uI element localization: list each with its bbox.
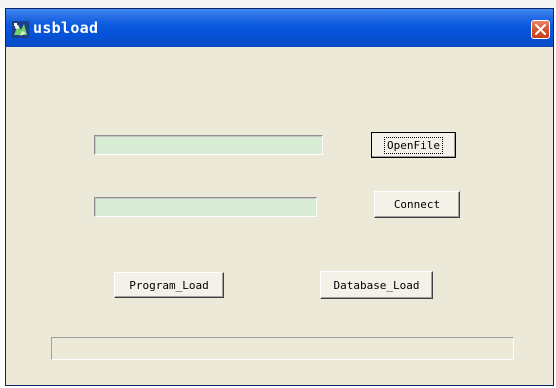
open-file-button[interactable]: OpenFile [371, 132, 456, 158]
open-file-label: OpenFile [384, 136, 443, 154]
title-bar[interactable]: usbload [6, 9, 553, 47]
usbload-window: usbload OpenFile Connect Program_Load Da… [5, 8, 554, 386]
usbload-app-icon [12, 21, 29, 38]
database-load-button[interactable]: Database_Load [320, 271, 433, 299]
connect-button[interactable]: Connect [374, 191, 460, 218]
program-load-button[interactable]: Program_Load [114, 272, 224, 298]
progress-bar [51, 337, 514, 360]
file-path-field[interactable] [94, 135, 323, 155]
close-button[interactable] [531, 20, 550, 39]
window-title: usbload [33, 19, 99, 37]
close-icon [535, 24, 546, 35]
program-load-label: Program_Load [129, 278, 209, 292]
connect-label: Connect [393, 198, 441, 211]
database-load-label: Database_Load [333, 278, 420, 292]
connection-field[interactable] [94, 197, 317, 217]
dialog-body: OpenFile Connect Program_Load Database_L… [7, 47, 552, 385]
desktop-strip [0, 0, 556, 8]
